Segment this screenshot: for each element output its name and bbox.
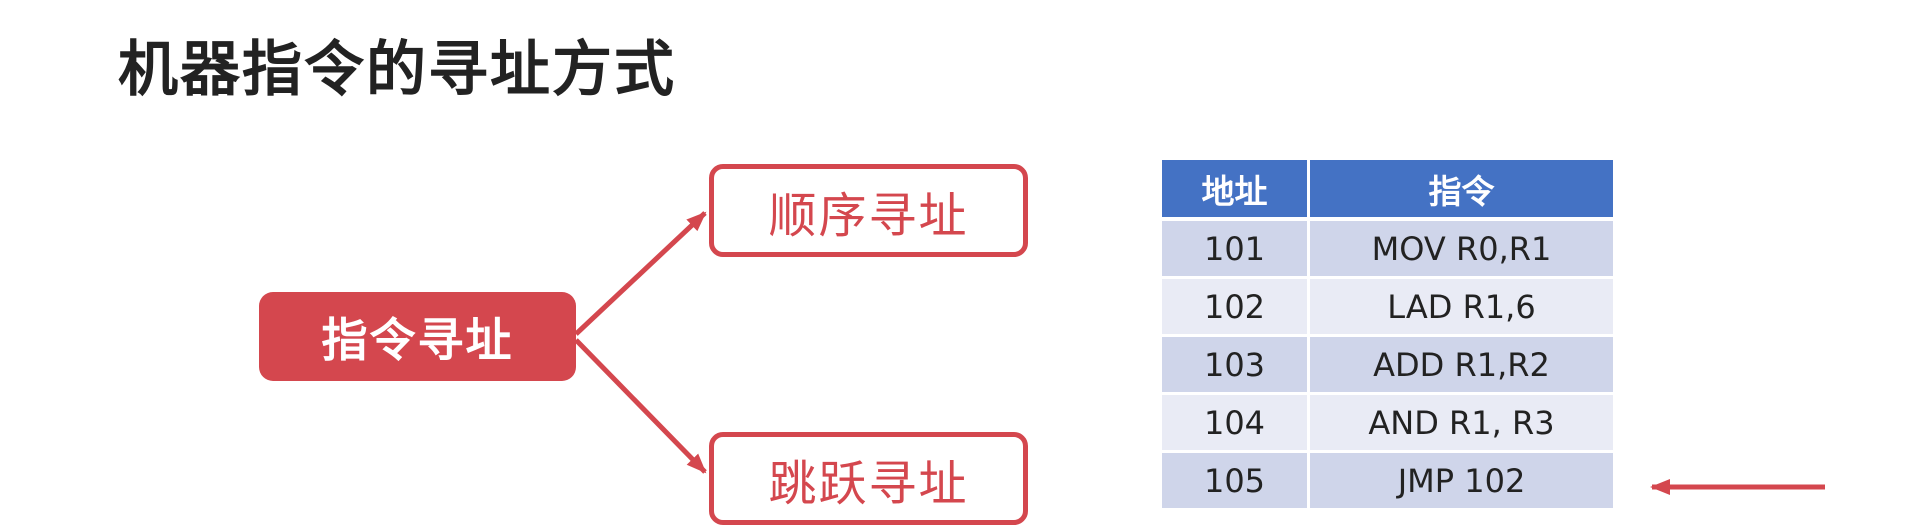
arrow-to-jump — [574, 338, 707, 474]
address-instruction-table: 地址 指令 101 MOV R0,R1 102 LAD R1,6 103 ADD… — [1162, 160, 1613, 511]
instruction-cell: JMP 102 — [1310, 453, 1613, 511]
table-row: 101 MOV R0,R1 — [1162, 221, 1613, 279]
header-instruction: 指令 — [1310, 160, 1613, 221]
instruction-addressing-node: 指令寻址 — [259, 292, 576, 381]
instruction-cell: LAD R1,6 — [1310, 279, 1613, 337]
address-cell: 102 — [1162, 279, 1310, 337]
address-cell: 103 — [1162, 337, 1310, 395]
table-row: 104 AND R1, R3 — [1162, 395, 1613, 453]
address-cell: 101 — [1162, 221, 1310, 279]
table-row: 105 JMP 102 — [1162, 453, 1613, 511]
address-cell: 104 — [1162, 395, 1310, 453]
table-header-row: 地址 指令 — [1162, 160, 1613, 221]
instruction-cell: ADD R1,R2 — [1310, 337, 1613, 395]
instruction-cell: MOV R0,R1 — [1310, 221, 1613, 279]
jump-addressing-node: 跳跃寻址 — [709, 432, 1028, 525]
header-address: 地址 — [1162, 160, 1310, 221]
table-row: 103 ADD R1,R2 — [1162, 337, 1613, 395]
instruction-cell: AND R1, R3 — [1310, 395, 1613, 453]
table-row: 102 LAD R1,6 — [1162, 279, 1613, 337]
arrow-to-sequential — [574, 211, 707, 336]
sequential-addressing-node: 顺序寻址 — [709, 164, 1028, 257]
address-cell: 105 — [1162, 453, 1310, 511]
